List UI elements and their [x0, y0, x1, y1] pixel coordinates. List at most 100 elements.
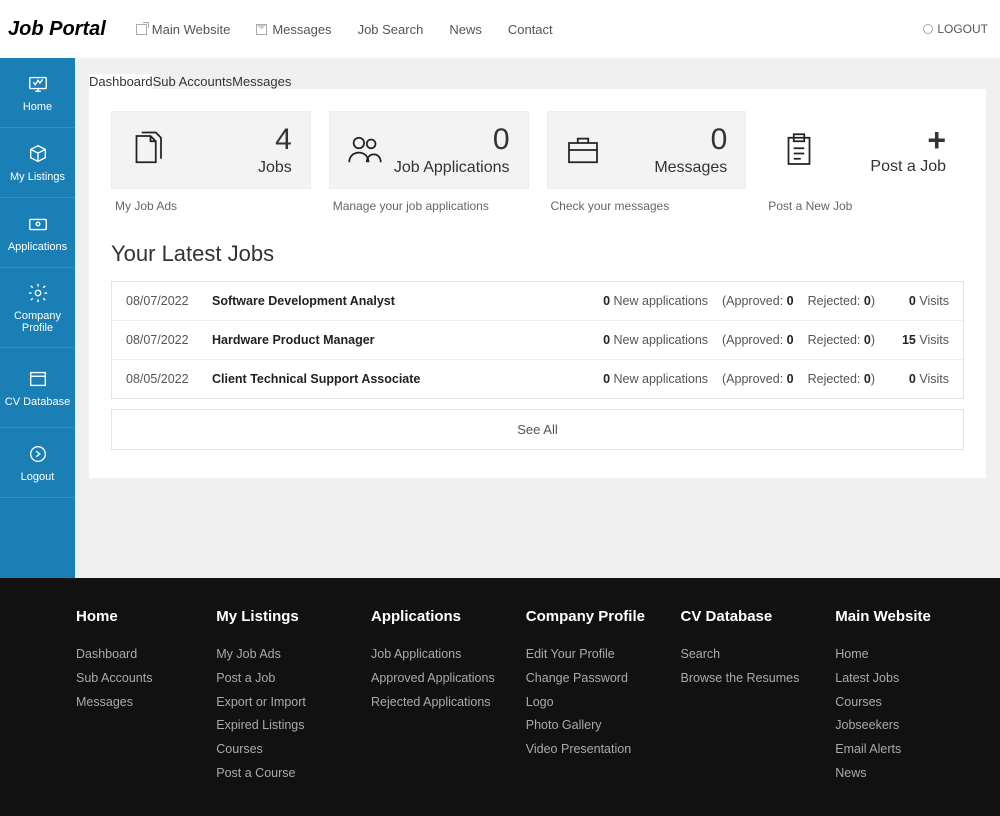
- job-date: 08/05/2022: [126, 372, 198, 386]
- footer-link[interactable]: Post a Course: [216, 762, 361, 786]
- footer-heading: Company Profile: [526, 608, 671, 625]
- footer-link[interactable]: Post a Job: [216, 667, 361, 691]
- footer-link[interactable]: Video Presentation: [526, 738, 671, 762]
- footer-link[interactable]: Rejected Applications: [371, 691, 516, 715]
- footer-col-mainweb: Main Website Home Latest Jobs Courses Jo…: [835, 608, 980, 786]
- external-link-icon: [136, 24, 147, 35]
- footer-link[interactable]: Edit Your Profile: [526, 643, 671, 667]
- stat-label: Jobs: [258, 159, 292, 177]
- job-new-apps: 0 New applications: [603, 333, 708, 347]
- footer: Home Dashboard Sub Accounts Messages My …: [0, 578, 1000, 816]
- footer-link[interactable]: Latest Jobs: [835, 667, 980, 691]
- briefcase-icon: [562, 129, 604, 171]
- footer-link[interactable]: Home: [835, 643, 980, 667]
- applications-icon: [27, 213, 49, 235]
- sidebar-label: CV Database: [5, 396, 70, 408]
- footer-link[interactable]: Dashboard: [76, 643, 206, 667]
- sidebar-item-cv-database[interactable]: CV Database: [0, 348, 75, 428]
- sidebar-item-applications[interactable]: Applications: [0, 198, 75, 268]
- stat-value: 0: [711, 123, 728, 157]
- footer-link[interactable]: My Job Ads: [216, 643, 361, 667]
- footer-link[interactable]: News: [835, 762, 980, 786]
- stat-sublabel: Check your messages: [547, 189, 747, 213]
- footer-col-home: Home Dashboard Sub Accounts Messages: [76, 608, 206, 786]
- stat-sublabel: My Job Ads: [111, 189, 311, 213]
- main-content: Dashboard Sub Accounts Messages 4 Jobs: [75, 58, 1000, 578]
- sidebar-label: Applications: [8, 241, 67, 253]
- table-row[interactable]: 08/07/2022 Hardware Product Manager 0 Ne…: [112, 321, 963, 360]
- nav-contact[interactable]: Contact: [508, 22, 553, 37]
- nav-messages[interactable]: Messages: [256, 22, 331, 37]
- sidebar-item-listings[interactable]: My Listings: [0, 128, 75, 198]
- see-all-button[interactable]: See All: [111, 409, 964, 450]
- logout-link[interactable]: LOGOUT: [923, 22, 988, 36]
- envelope-icon: [256, 24, 267, 35]
- footer-col-applications: Applications Job Applications Approved A…: [371, 608, 516, 786]
- nav-news[interactable]: News: [449, 22, 482, 37]
- footer-link[interactable]: Browse the Resumes: [681, 667, 826, 691]
- footer-link[interactable]: Photo Gallery: [526, 714, 671, 738]
- footer-link[interactable]: Courses: [835, 691, 980, 715]
- nav-job-search[interactable]: Job Search: [358, 22, 424, 37]
- job-title: Software Development Analyst: [212, 294, 589, 308]
- power-icon: [923, 24, 933, 34]
- footer-link[interactable]: Messages: [76, 691, 206, 715]
- footer-heading: Main Website: [835, 608, 980, 625]
- stat-applications[interactable]: 0 Job Applications Manage your job appli…: [329, 111, 529, 213]
- top-nav: Main Website Messages Job Search News Co…: [136, 22, 924, 37]
- top-header: Job Portal Main Website Messages Job Sea…: [0, 0, 1000, 58]
- job-visits: 0 Visits: [889, 372, 949, 386]
- gear-icon: [27, 282, 49, 304]
- footer-link[interactable]: Sub Accounts: [76, 667, 206, 691]
- sidebar-label: Home: [23, 101, 52, 113]
- latest-jobs-title: Your Latest Jobs: [111, 241, 964, 267]
- sidebar-item-company-profile[interactable]: Company Profile: [0, 268, 75, 348]
- stat-label: Messages: [654, 159, 727, 177]
- footer-link[interactable]: Courses: [216, 738, 361, 762]
- logout-icon: [27, 443, 49, 465]
- job-visits: 0 Visits: [889, 294, 949, 308]
- stat-jobs[interactable]: 4 Jobs My Job Ads: [111, 111, 311, 213]
- table-row[interactable]: 08/07/2022 Software Development Analyst …: [112, 282, 963, 321]
- sidebar-item-logout[interactable]: Logout: [0, 428, 75, 498]
- footer-link[interactable]: Export or Import: [216, 691, 361, 715]
- footer-link[interactable]: Expired Listings: [216, 714, 361, 738]
- tab-dashboard[interactable]: Dashboard: [89, 74, 153, 89]
- footer-col-profile: Company Profile Edit Your Profile Change…: [526, 608, 671, 786]
- footer-link[interactable]: Email Alerts: [835, 738, 980, 762]
- job-approved: (Approved: 0: [722, 372, 794, 386]
- sidebar-label: My Listings: [10, 171, 65, 183]
- job-title: Client Technical Support Associate: [212, 372, 589, 386]
- sidebar-item-home[interactable]: Home: [0, 58, 75, 128]
- footer-link[interactable]: Change Password: [526, 667, 671, 691]
- plus-icon: +: [927, 124, 946, 156]
- box-icon: [27, 143, 49, 165]
- database-icon: [27, 368, 49, 390]
- footer-heading: Applications: [371, 608, 516, 625]
- brand-logo[interactable]: Job Portal: [8, 18, 106, 41]
- footer-col-listings: My Listings My Job Ads Post a Job Export…: [216, 608, 361, 786]
- stat-value: 4: [275, 123, 292, 157]
- tab-messages[interactable]: Messages: [232, 74, 291, 89]
- job-approved: (Approved: 0: [722, 333, 794, 347]
- stat-sublabel: Manage your job applications: [329, 189, 529, 213]
- job-rejected: Rejected: 0): [808, 372, 875, 386]
- job-new-apps: 0 New applications: [603, 372, 708, 386]
- stat-post-job[interactable]: + Post a Job Post a New Job: [764, 111, 964, 213]
- footer-link[interactable]: Jobseekers: [835, 714, 980, 738]
- stat-messages[interactable]: 0 Messages Check your messages: [547, 111, 747, 213]
- footer-link[interactable]: Approved Applications: [371, 667, 516, 691]
- job-visits: 15 Visits: [889, 333, 949, 347]
- tab-sub-accounts[interactable]: Sub Accounts: [153, 74, 233, 89]
- tabs: Dashboard Sub Accounts Messages: [89, 74, 986, 89]
- job-new-apps: 0 New applications: [603, 294, 708, 308]
- footer-heading: CV Database: [681, 608, 826, 625]
- sidebar: Home My Listings Applications Company Pr…: [0, 58, 75, 578]
- job-rejected: Rejected: 0): [808, 294, 875, 308]
- footer-link[interactable]: Job Applications: [371, 643, 516, 667]
- footer-link[interactable]: Search: [681, 643, 826, 667]
- footer-link[interactable]: Logo: [526, 691, 671, 715]
- nav-main-website[interactable]: Main Website: [136, 22, 231, 37]
- table-row[interactable]: 08/05/2022 Client Technical Support Asso…: [112, 360, 963, 398]
- stat-label: Job Applications: [394, 159, 510, 177]
